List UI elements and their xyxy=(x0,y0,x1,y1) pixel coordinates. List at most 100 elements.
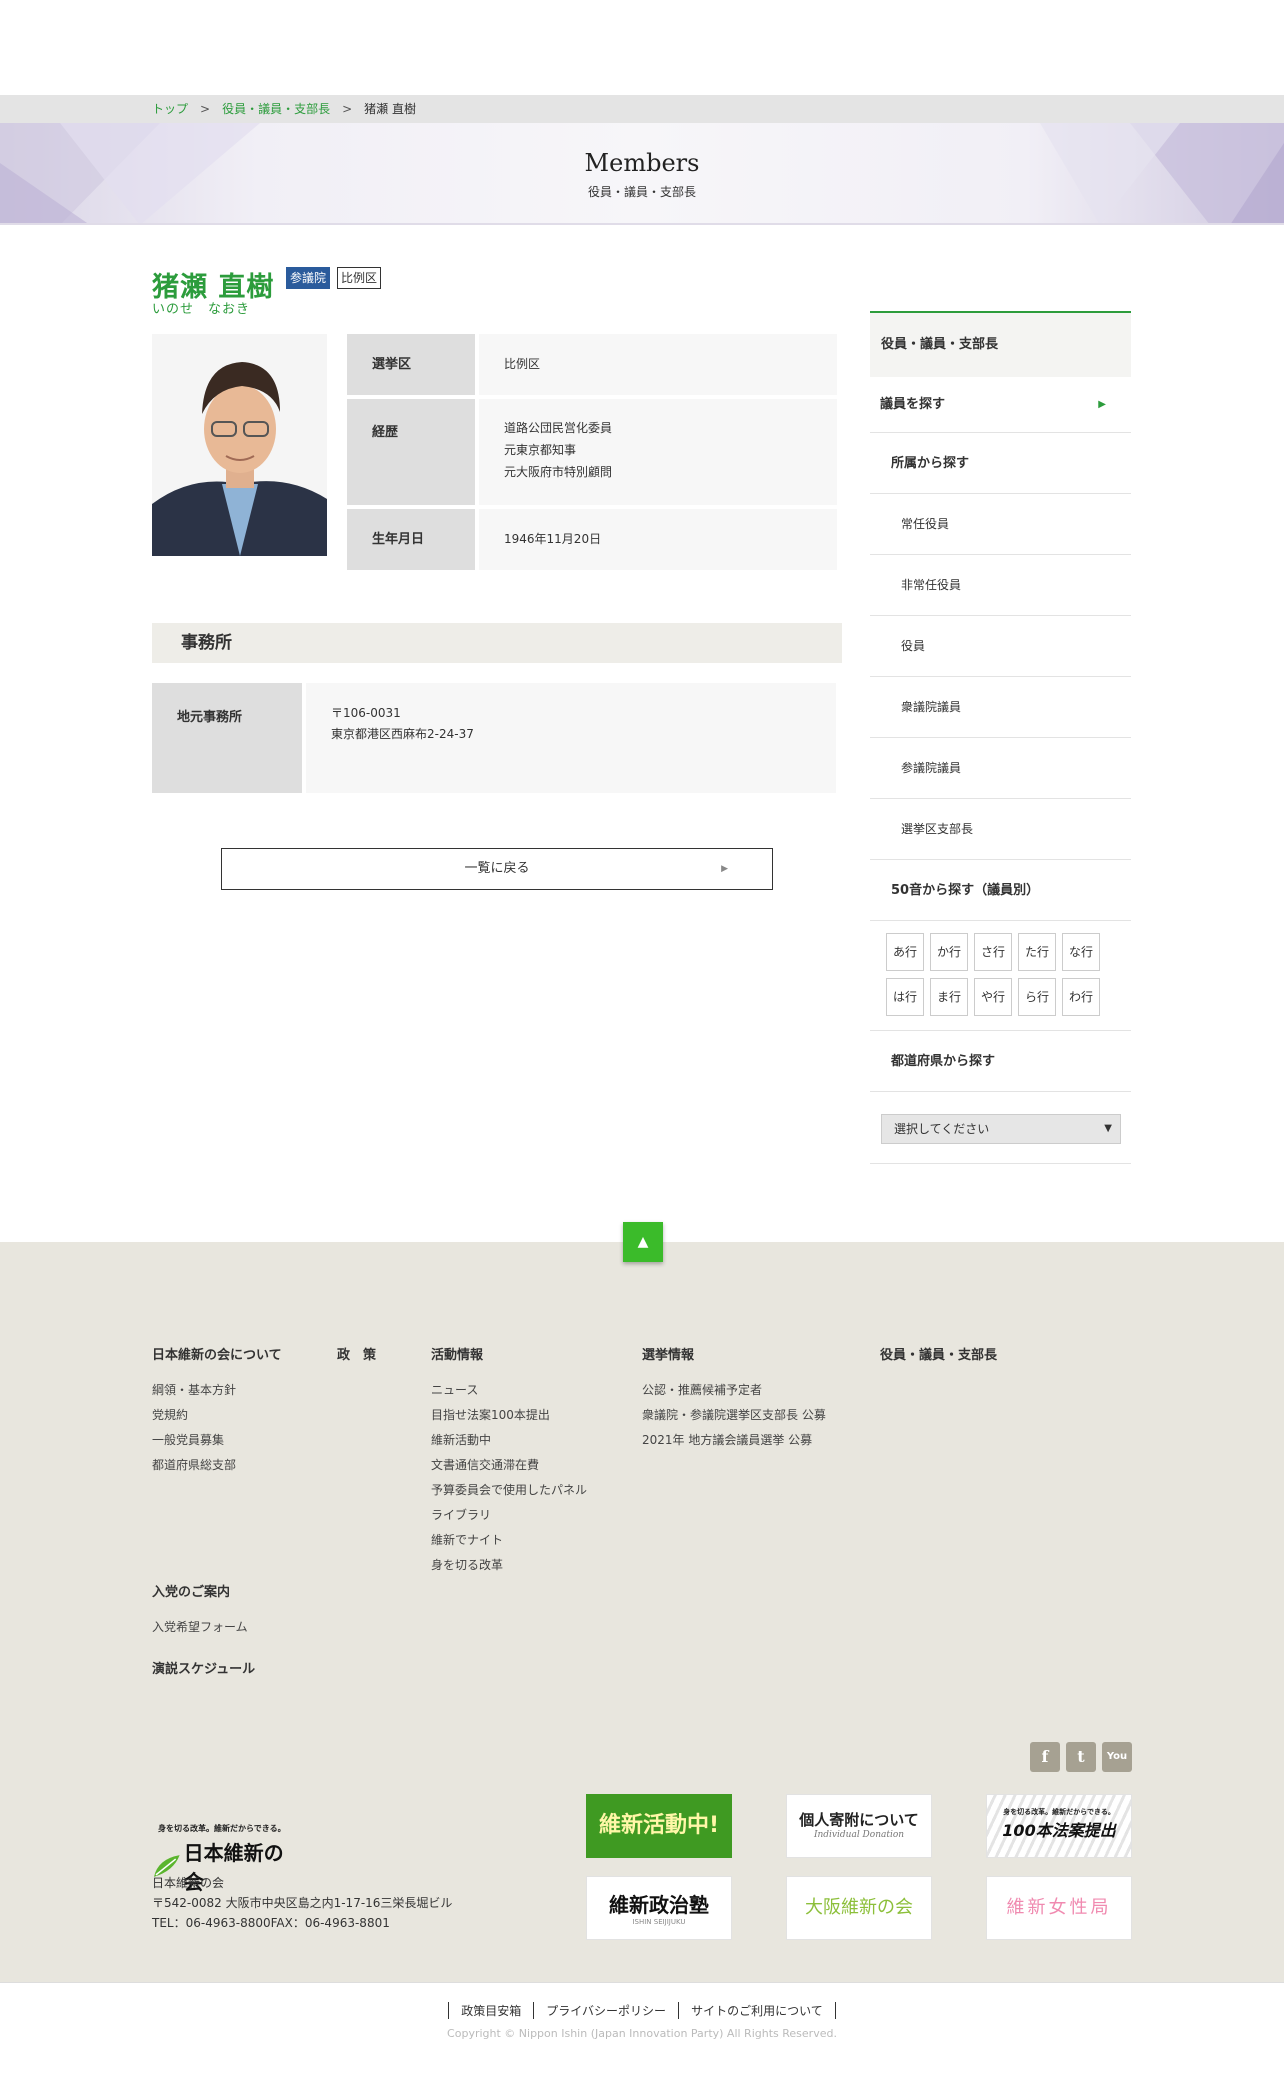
footer-link[interactable]: 維新でナイト xyxy=(431,1531,503,1548)
banner-activity-label: 維新活動中! xyxy=(598,1813,720,1838)
banner-donation-label: 個人寄附について xyxy=(799,1811,919,1829)
district-label: 選挙区 xyxy=(347,334,475,395)
footer-link[interactable]: 文書通信交通滞在費 xyxy=(431,1456,539,1473)
banner-political-school[interactable]: 維新政治塾 ISHIN SEIJIJUKU xyxy=(586,1876,732,1940)
footer-join-heading[interactable]: 入党のご案内 xyxy=(152,1581,230,1600)
prefecture-select-value: 選択してください xyxy=(894,1122,990,1136)
back-to-top-button[interactable]: ▲ xyxy=(623,1222,663,1262)
kana-button-ha[interactable]: は行 xyxy=(886,978,924,1016)
breadcrumb-separator: > xyxy=(342,102,353,116)
back-to-list-label: 一覧に戻る xyxy=(464,861,530,876)
banner-donation[interactable]: 個人寄附について Individual Donation xyxy=(786,1794,932,1858)
footer-link[interactable]: 衆議院・参議院選挙区支部長 公募 xyxy=(642,1406,826,1423)
twitter-icon[interactable]: t xyxy=(1066,1742,1096,1772)
kana-button-ya[interactable]: や行 xyxy=(974,978,1012,1016)
footer-activity-heading[interactable]: 活動情報 xyxy=(431,1344,483,1363)
breadcrumb: トップ > 役員・議員・支部長 > 猪瀬 直樹 xyxy=(0,95,1284,123)
footer-schedule-heading[interactable]: 演説スケジュール xyxy=(152,1658,255,1677)
office-address-block: 〒106-0031 東京都港区西麻布2-24-37 xyxy=(306,683,836,793)
footer-members-heading[interactable]: 役員・議員・支部長 xyxy=(880,1344,997,1363)
sidebar-heading: 役員・議員・支部長 xyxy=(870,311,1131,377)
footer-about-heading[interactable]: 日本維新の会について xyxy=(152,1344,282,1363)
footer-link[interactable]: ニュース xyxy=(431,1381,478,1398)
banner-donation-sub: Individual Donation xyxy=(813,1830,905,1840)
sidebar-find-members[interactable]: 議員を探す ▶ xyxy=(870,377,1131,433)
org-tel: TEL：06-4963-8800FAX：06-4963-8801 xyxy=(152,1916,390,1930)
sidebar-item-lower-house[interactable]: 衆議院議員 xyxy=(870,677,1131,738)
bottom-link-suggestion-box[interactable]: 政策目安箱 xyxy=(448,2002,533,2019)
footer-link[interactable]: 都道府県総支部 xyxy=(152,1456,236,1473)
kana-button-wa[interactable]: わ行 xyxy=(1062,978,1100,1016)
footer-policy-heading[interactable]: 政 策 xyxy=(337,1344,376,1363)
sidebar-item-branch-heads[interactable]: 選挙区支部長 xyxy=(870,799,1131,860)
office-label: 地元事務所 xyxy=(152,683,302,793)
breadcrumb-home-link[interactable]: トップ xyxy=(152,102,188,116)
arrow-right-icon: ▶ xyxy=(1098,399,1106,410)
footer-link[interactable]: 身を切る改革 xyxy=(431,1556,503,1573)
party-logo[interactable]: 身を切る改革。維新だからできる。 日本維新の会 xyxy=(152,1823,302,1894)
footer-link[interactable]: 予算委員会で使用したパネル xyxy=(431,1481,587,1498)
footer-election-heading[interactable]: 選挙情報 xyxy=(642,1344,694,1363)
banner-100-bills[interactable]: 身を切る改革。維新だからできる。 100本法案提出 xyxy=(986,1794,1132,1858)
copyright: Copyright © Nippon Ishin (Japan Innovati… xyxy=(447,2027,837,2040)
banner-school-label: 維新政治塾 xyxy=(609,1893,709,1917)
kana-button-ka[interactable]: か行 xyxy=(930,933,968,971)
career-value: 道路公団民営化委員 元東京都知事 元大阪府市特別顧問 xyxy=(479,399,837,505)
page-subtitle: 役員・議員・支部長 xyxy=(587,185,696,199)
footer-link[interactable]: 綱領・基本方針 xyxy=(152,1381,236,1398)
prefecture-select[interactable]: 選択してください ▼ xyxy=(881,1114,1121,1144)
birth-label: 生年月日 xyxy=(347,509,475,570)
footer-link[interactable]: 目指せ法案100本提出 xyxy=(431,1406,550,1423)
banner-osaka-ishin[interactable]: 大阪維新の会 xyxy=(786,1876,932,1940)
footer-link[interactable]: 公認・推薦候補予定者 xyxy=(642,1381,762,1398)
sidebar-find-label: 議員を探す xyxy=(880,397,946,412)
member-photo xyxy=(152,334,327,556)
footer-link[interactable]: 一般党員募集 xyxy=(152,1431,224,1448)
banner-activity[interactable]: 維新活動中! xyxy=(586,1794,732,1858)
career-line: 道路公団民営化委員 xyxy=(504,421,613,435)
sidebar-by-affiliation: 所属から探す xyxy=(870,433,1131,494)
arrow-right-icon: ▶ xyxy=(721,864,728,874)
breadcrumb-section-link[interactable]: 役員・議員・支部長 xyxy=(222,102,330,116)
kana-button-a[interactable]: あ行 xyxy=(886,933,924,971)
bottom-links: 政策目安箱 プライバシーポリシー サイトのご利用について xyxy=(0,2002,1284,2019)
prefecture-select-row: 選択してください ▼ xyxy=(870,1092,1131,1164)
footer-link[interactable]: 2021年 地方議会議員選挙 公募 xyxy=(642,1431,812,1448)
sidebar-item-upper-house[interactable]: 参議院議員 xyxy=(870,738,1131,799)
facebook-icon[interactable]: f xyxy=(1030,1742,1060,1772)
bottom-link-terms[interactable]: サイトのご利用について xyxy=(678,2002,836,2019)
org-name: 日本維新の会 xyxy=(152,1876,225,1890)
office-heading: 事務所 xyxy=(152,623,842,663)
kana-button-ta[interactable]: た行 xyxy=(1018,933,1056,971)
career-line: 元大阪府市特別顧問 xyxy=(504,465,613,479)
sidebar-item-standing-officers[interactable]: 常任役員 xyxy=(870,494,1131,555)
kana-button-sa[interactable]: さ行 xyxy=(974,933,1012,971)
sidebar-item-non-standing-officers[interactable]: 非常任役員 xyxy=(870,555,1131,616)
footer-link[interactable]: ライブラリ xyxy=(431,1506,491,1523)
office-address: 東京都港区西麻布2-24-37 xyxy=(331,727,474,741)
breadcrumb-current: 猪瀬 直樹 xyxy=(364,102,416,116)
bottom-bar: 政策目安箱 プライバシーポリシー サイトのご利用について Copyright © N… xyxy=(0,1982,1284,2073)
sidebar-item-officers[interactable]: 役員 xyxy=(870,616,1131,677)
chevron-down-icon: ▼ xyxy=(1104,1123,1112,1134)
sidebar-by-prefecture: 都道府県から探す xyxy=(870,1031,1131,1092)
kana-button-ra[interactable]: ら行 xyxy=(1018,978,1056,1016)
banner-women-label: 維新女性局 xyxy=(1006,1897,1112,1918)
kana-button-na[interactable]: な行 xyxy=(1062,933,1100,971)
banner-osaka-label: 大阪維新の会 xyxy=(805,1897,913,1918)
career-label: 経歴 xyxy=(347,399,475,505)
arrow-up-icon: ▲ xyxy=(637,1234,649,1250)
bottom-link-privacy-policy[interactable]: プライバシーポリシー xyxy=(533,2002,678,2019)
youtube-icon[interactable]: You xyxy=(1102,1742,1132,1772)
banner-women-bureau[interactable]: 維新女性局 xyxy=(986,1876,1132,1940)
kana-button-ma[interactable]: ま行 xyxy=(930,978,968,1016)
back-to-list-button[interactable]: 一覧に戻る ▶ xyxy=(221,848,773,890)
footer-link[interactable]: 維新活動中 xyxy=(431,1431,491,1448)
page-title: Members xyxy=(584,149,700,177)
sidebar: 役員・議員・支部長 議員を探す ▶ 所属から探す 常任役員 非常任役員 役員 衆… xyxy=(870,311,1131,1164)
house-badge: 参議院 xyxy=(286,267,331,289)
footer-link[interactable]: 党規約 xyxy=(152,1406,188,1423)
footer-link[interactable]: 入党希望フォーム xyxy=(152,1618,248,1635)
office-postal: 〒106-0031 xyxy=(331,706,401,720)
banner-bills-label: 100本法案提出 xyxy=(1002,1821,1116,1840)
